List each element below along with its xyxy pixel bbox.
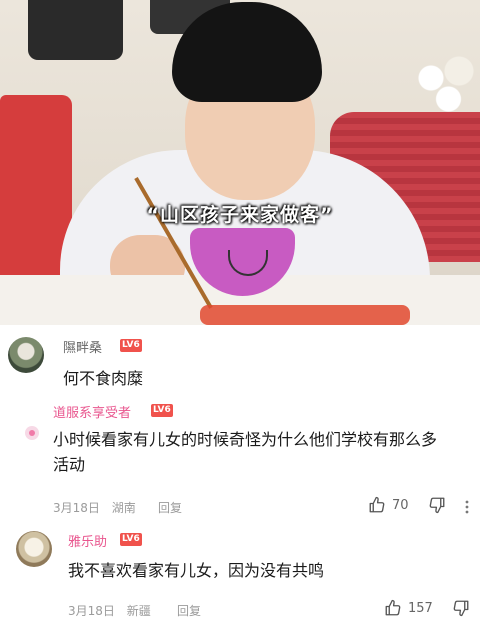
- comment-text: 我不喜欢看家有儿女，因为没有共鸣: [68, 561, 325, 580]
- like-count: 70: [392, 497, 409, 513]
- dislike-button[interactable]: [428, 496, 446, 514]
- comment-date: 3月18日: [68, 604, 115, 618]
- thumbs-down-icon: [428, 496, 446, 514]
- more-button[interactable]: [464, 500, 470, 514]
- like-button[interactable]: 70: [368, 496, 409, 514]
- username[interactable]: 道服系享受者: [53, 402, 131, 421]
- comment-date: 3月18日: [53, 501, 100, 515]
- comment-meta: 3月18日 湖南: [53, 499, 144, 516]
- background-bag: [28, 0, 123, 60]
- like-button[interactable]: 157: [384, 599, 433, 617]
- comment-text: 小时候看家有儿女的时候奇怪为什么他们学校有那么多 活动: [53, 427, 478, 477]
- thumbs-up-icon: [368, 496, 386, 514]
- username[interactable]: 雅乐助: [68, 531, 107, 550]
- reply-button[interactable]: 回复: [158, 499, 182, 516]
- avatar[interactable]: [8, 337, 44, 373]
- comment-item: 雅乐助 LV6 我不喜欢看家有儿女，因为没有共鸣 3月18日 新疆 回复 157: [0, 525, 480, 640]
- video-frame[interactable]: “山区孩子来家做客”: [0, 0, 480, 325]
- background-flowers: [410, 50, 480, 120]
- thumbs-up-icon: [384, 599, 402, 617]
- comment-text-line: 活动: [53, 455, 86, 474]
- comment-item: 隰畔桑 LV6 何不食肉糜: [0, 325, 480, 395]
- like-count: 157: [408, 600, 433, 616]
- thumbs-down-icon: [452, 599, 470, 617]
- level-badge: LV6: [151, 404, 173, 417]
- comment-location: 新疆: [126, 604, 151, 618]
- comment-location: 湖南: [111, 501, 136, 515]
- reply-indicator-icon: [25, 426, 39, 440]
- comment-text: 何不食肉糜: [63, 369, 144, 388]
- dislike-button[interactable]: [452, 599, 470, 617]
- food-plate: [200, 305, 410, 325]
- level-badge: LV6: [120, 339, 142, 352]
- reply-button[interactable]: 回复: [177, 602, 201, 619]
- comment-item: 道服系享受者 LV6 小时候看家有儿女的时候奇怪为什么他们学校有那么多 活动 3…: [0, 397, 480, 517]
- comment-meta: 3月18日 新疆: [68, 602, 159, 619]
- level-badge: LV6: [120, 533, 142, 546]
- video-caption: “山区孩子来家做客”: [146, 204, 334, 226]
- username[interactable]: 隰畔桑: [63, 337, 102, 356]
- comment-text-line: 小时候看家有儿女的时候奇怪为什么他们学校有那么多: [53, 430, 438, 449]
- avatar[interactable]: [16, 531, 52, 567]
